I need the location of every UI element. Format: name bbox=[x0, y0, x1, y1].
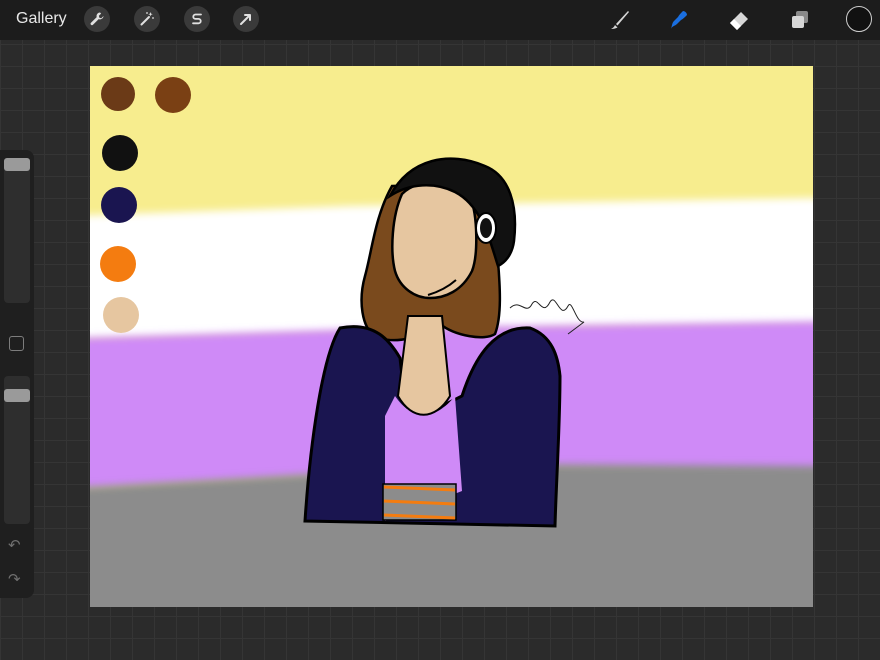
swatch bbox=[101, 77, 135, 111]
swatch bbox=[103, 297, 139, 333]
layers-icon bbox=[792, 11, 808, 28]
neck bbox=[396, 315, 452, 416]
swatch bbox=[102, 135, 138, 171]
selection-button[interactable] bbox=[184, 6, 210, 32]
selection-s-icon bbox=[192, 13, 202, 25]
swatch bbox=[101, 187, 137, 223]
gallery-button[interactable]: Gallery bbox=[16, 10, 67, 28]
sidebar: ↶ ↷ bbox=[0, 150, 34, 598]
smudge-icon bbox=[671, 11, 687, 29]
transform-arrow-icon bbox=[240, 14, 251, 25]
wrench-icon bbox=[90, 12, 104, 26]
brush-size-handle[interactable] bbox=[4, 158, 30, 171]
actions-button[interactable] bbox=[84, 6, 110, 32]
adjustments-button[interactable] bbox=[134, 6, 160, 32]
brush-tool[interactable] bbox=[606, 6, 634, 34]
smudge-tool[interactable] bbox=[665, 6, 693, 34]
layers-button[interactable] bbox=[786, 6, 814, 34]
top-toolbar: Gallery bbox=[0, 0, 880, 40]
brush-size-slider[interactable] bbox=[4, 158, 30, 303]
transform-button[interactable] bbox=[233, 6, 259, 32]
color-picker-button[interactable] bbox=[846, 6, 872, 32]
eraser-icon bbox=[730, 12, 748, 30]
drawing-canvas[interactable] bbox=[90, 66, 813, 607]
opacity-slider[interactable] bbox=[4, 376, 30, 524]
brush-icon bbox=[611, 11, 629, 29]
beanie-patch-inner bbox=[480, 218, 492, 238]
redo-button[interactable]: ↷ bbox=[8, 570, 21, 588]
swatch bbox=[100, 246, 136, 282]
eraser-tool[interactable] bbox=[725, 6, 753, 34]
artwork bbox=[90, 66, 813, 607]
modify-button[interactable] bbox=[9, 336, 24, 351]
swatch bbox=[155, 77, 191, 113]
face bbox=[391, 181, 478, 300]
opacity-handle[interactable] bbox=[4, 389, 30, 402]
magic-wand-icon bbox=[140, 12, 154, 26]
undo-button[interactable]: ↶ bbox=[8, 536, 21, 554]
